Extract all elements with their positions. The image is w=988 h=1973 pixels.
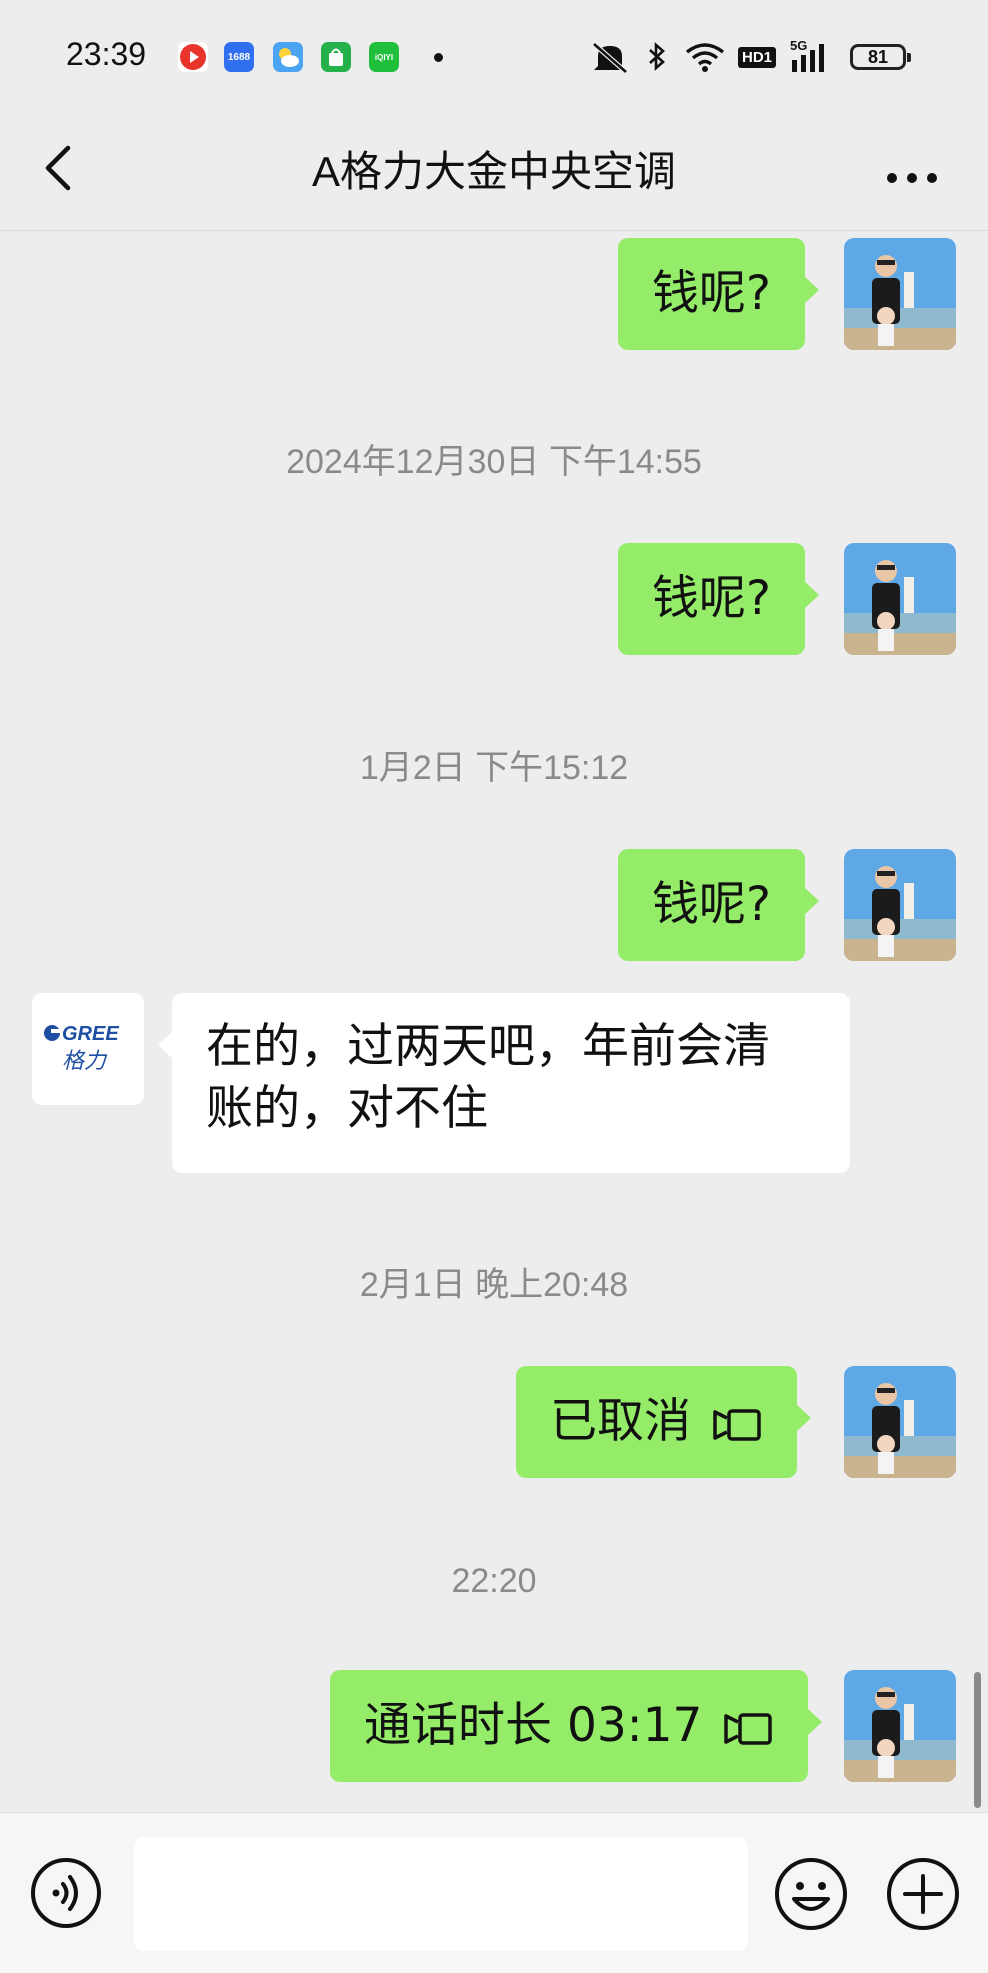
- mute-icon: [588, 40, 632, 74]
- emoji-icon: [775, 1858, 847, 1930]
- call-cancelled-bubble[interactable]: 已取消: [516, 1366, 811, 1478]
- call-duration-bubble[interactable]: 通话时长 03:17: [330, 1670, 823, 1782]
- voice-input-button[interactable]: [30, 1857, 102, 1929]
- contact-message-bubble[interactable]: 在的，过两天吧，年前会清 账的，对不住: [158, 993, 850, 1173]
- timestamp: 2月1日 晚上20:48: [359, 1266, 629, 1304]
- chat-header: A格力大金中央空调: [0, 110, 988, 231]
- message-text: 钱呢?: [652, 266, 771, 321]
- more-button[interactable]: [882, 142, 942, 202]
- message-text: 钱呢?: [652, 571, 771, 626]
- more-dots-icon: [887, 173, 937, 183]
- my-avatar[interactable]: [844, 1366, 956, 1478]
- svg-text:格力: 格力: [62, 1049, 108, 1074]
- my-message-bubble[interactable]: 钱呢?: [618, 849, 819, 961]
- my-avatar[interactable]: [844, 543, 956, 655]
- my-avatar[interactable]: [844, 238, 956, 350]
- timestamp: 1月2日 下午15:12: [359, 749, 629, 787]
- weather-app-icon: [273, 42, 303, 72]
- message-text: 钱呢?: [652, 877, 771, 932]
- input-bar: [0, 1812, 988, 1973]
- battery-indicator: 81: [850, 44, 911, 70]
- iqiyi-app-icon: iQIYI: [369, 42, 399, 72]
- timestamp: 22:20: [451, 1562, 537, 1600]
- hd-label: HD1: [738, 46, 777, 68]
- contact-avatar[interactable]: GREE 格力: [32, 993, 144, 1105]
- bluetooth-icon: [646, 40, 668, 74]
- iqiyi-app-label: iQIYI: [374, 52, 394, 62]
- my-message-bubble[interactable]: 钱呢?: [618, 543, 819, 655]
- hd-icon: HD1: [738, 40, 777, 74]
- more-options-button[interactable]: [886, 1857, 960, 1931]
- video-call-icon: [713, 1408, 761, 1441]
- status-bar: 23:39 1688 iQIYI HD1 5G 81: [0, 0, 988, 110]
- message-text-line: 账的，对不住: [206, 1081, 488, 1136]
- plus-circle-icon: [887, 1858, 959, 1930]
- shopping-bag-app-icon: [321, 42, 351, 72]
- video-call-icon: [724, 1712, 773, 1745]
- wifi-icon: [684, 40, 726, 74]
- video-app-icon: [178, 42, 208, 72]
- emoji-button[interactable]: [774, 1857, 848, 1931]
- 1688-app-icon: 1688: [224, 42, 254, 72]
- timestamp: 2024年12月30日 下午14:55: [286, 443, 702, 481]
- my-avatar[interactable]: [844, 1670, 956, 1782]
- my-avatar[interactable]: [844, 849, 956, 961]
- voice-input-icon: [31, 1858, 101, 1928]
- gree-logo-icon: GREE 格力: [32, 993, 144, 1105]
- signal-icon: 5G: [790, 38, 836, 74]
- 1688-app-label: 1688: [227, 51, 251, 63]
- message-input[interactable]: [134, 1837, 748, 1951]
- chat-title: A格力大金中央空调: [311, 148, 676, 195]
- notification-dot: [434, 53, 443, 62]
- message-text: 已取消: [550, 1394, 691, 1449]
- message-text: 通话时长 03:17: [364, 1698, 703, 1753]
- status-time: 23:39: [66, 36, 147, 72]
- my-message-bubble[interactable]: 钱呢?: [618, 238, 819, 350]
- svg-text:GREE: GREE: [62, 1023, 119, 1045]
- message-text-line: 在的，过两天吧，年前会清: [206, 1019, 770, 1074]
- chat-scrollbar[interactable]: [974, 1672, 981, 1808]
